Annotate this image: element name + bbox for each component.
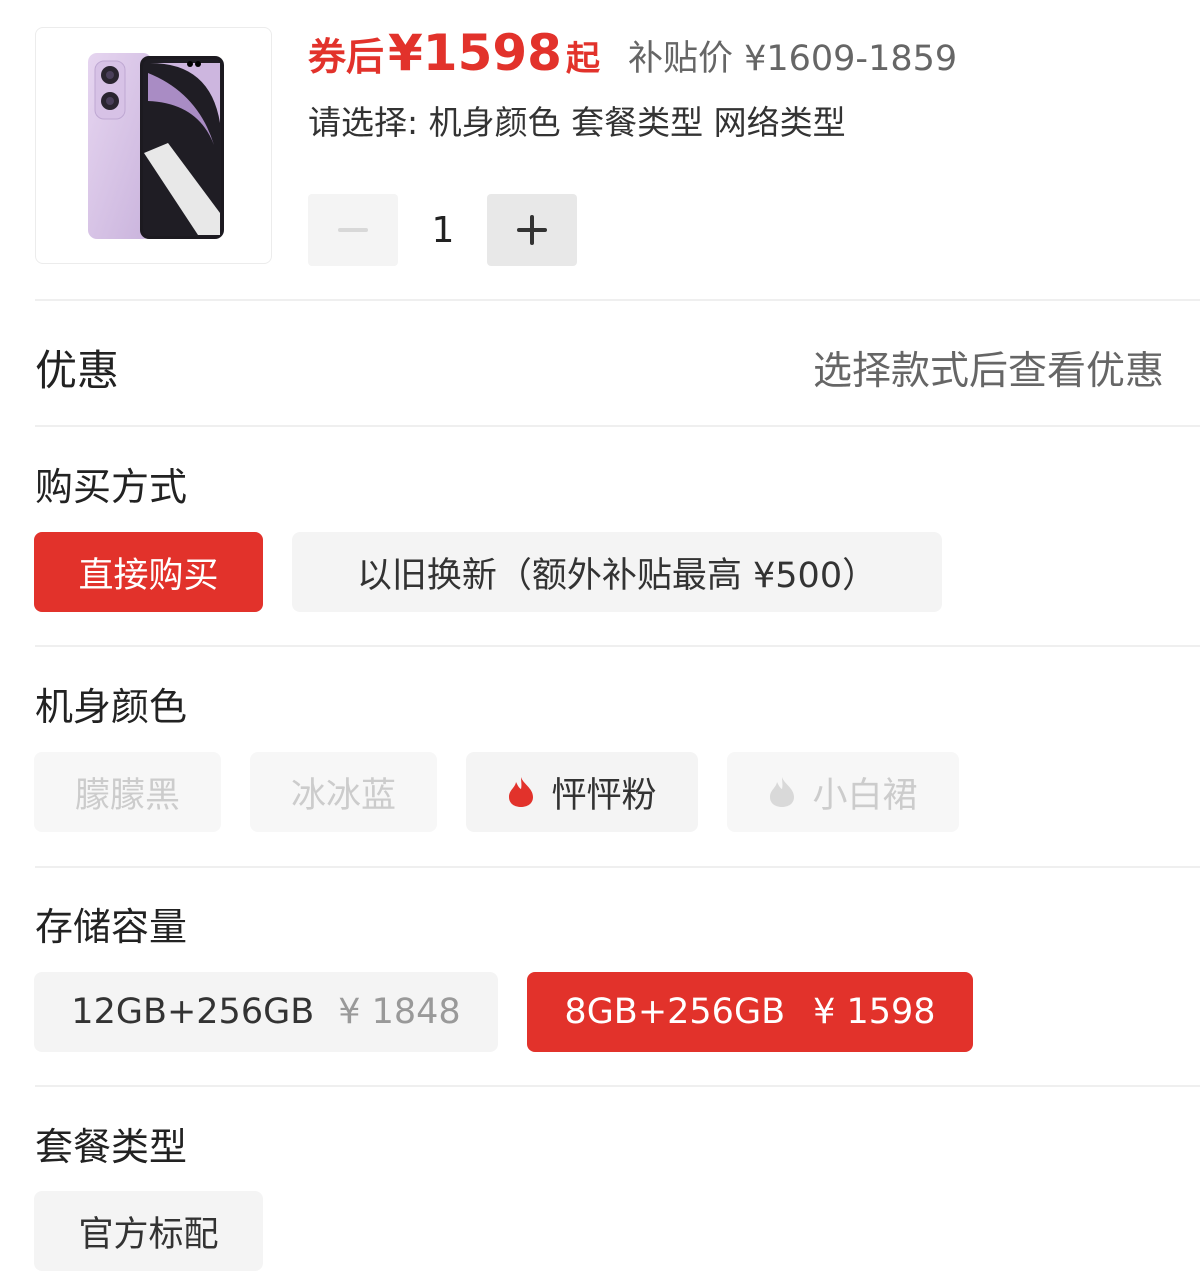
promo-label: 优惠 <box>35 346 120 395</box>
body-color-title: 机身颜色 <box>35 685 188 729</box>
phone-product-image <box>88 53 224 239</box>
option-label: 小白裙 <box>812 775 918 816</box>
package-option-standard[interactable]: 官方标配 <box>34 1191 263 1271</box>
coupon-price: ¥1598 <box>388 24 562 82</box>
option-price: ¥ 1848 <box>338 992 461 1032</box>
divider <box>35 425 1200 427</box>
quantity-value[interactable]: 1 <box>400 194 486 266</box>
option-trade-in[interactable]: 以旧换新（额外补贴最高 ¥500） <box>292 532 942 612</box>
package-type-title: 套餐类型 <box>35 1125 188 1169</box>
option-label: 8GB+256GB <box>564 992 786 1032</box>
promo-hint[interactable]: 选择款式后查看优惠 <box>813 340 1164 396</box>
color-option-white[interactable]: 小白裙 <box>727 752 959 832</box>
color-option-pink[interactable]: 怦怦粉 <box>466 752 698 832</box>
purchase-method-title: 购买方式 <box>35 465 188 509</box>
option-label: 怦怦粉 <box>551 775 657 816</box>
divider <box>35 1085 1200 1087</box>
divider <box>35 645 1200 647</box>
divider <box>35 299 1200 301</box>
storage-option-8gb[interactable]: 8GB+256GB ¥ 1598 <box>527 972 973 1052</box>
fire-icon <box>509 777 534 807</box>
option-label: 官方标配 <box>78 1214 219 1255</box>
decrease-quantity-button[interactable] <box>308 194 398 266</box>
divider <box>35 866 1200 868</box>
storage-title: 存储容量 <box>35 905 188 949</box>
coupon-price-prefix: 券后 <box>308 35 385 79</box>
option-direct-purchase[interactable]: 直接购买 <box>34 532 263 612</box>
fire-icon <box>770 777 795 807</box>
color-option-blue[interactable]: 冰冰蓝 <box>250 752 437 832</box>
option-label: 直接购买 <box>78 555 219 596</box>
option-label: 12GB+256GB <box>71 992 315 1032</box>
plus-icon <box>517 215 547 245</box>
option-label: 冰冰蓝 <box>290 775 396 816</box>
storage-option-12gb[interactable]: 12GB+256GB ¥ 1848 <box>34 972 498 1052</box>
subsidy-price: 补贴价 ¥1609-1859 <box>627 39 958 79</box>
product-thumbnail[interactable] <box>35 27 272 264</box>
select-options-hint: 请选择: 机身颜色 套餐类型 网络类型 <box>308 103 846 142</box>
minus-icon <box>338 228 368 232</box>
color-option-black[interactable]: 朦朦黑 <box>34 752 221 832</box>
option-label: 朦朦黑 <box>74 775 180 816</box>
option-price: ¥ 1598 <box>813 992 936 1032</box>
price-line: 券后 ¥1598 起 补贴价 ¥1609-1859 <box>308 24 958 82</box>
increase-quantity-button[interactable] <box>487 194 577 266</box>
option-label: 以旧换新（额外补贴最高 ¥500） <box>356 555 878 596</box>
coupon-price-suffix: 起 <box>565 39 600 79</box>
